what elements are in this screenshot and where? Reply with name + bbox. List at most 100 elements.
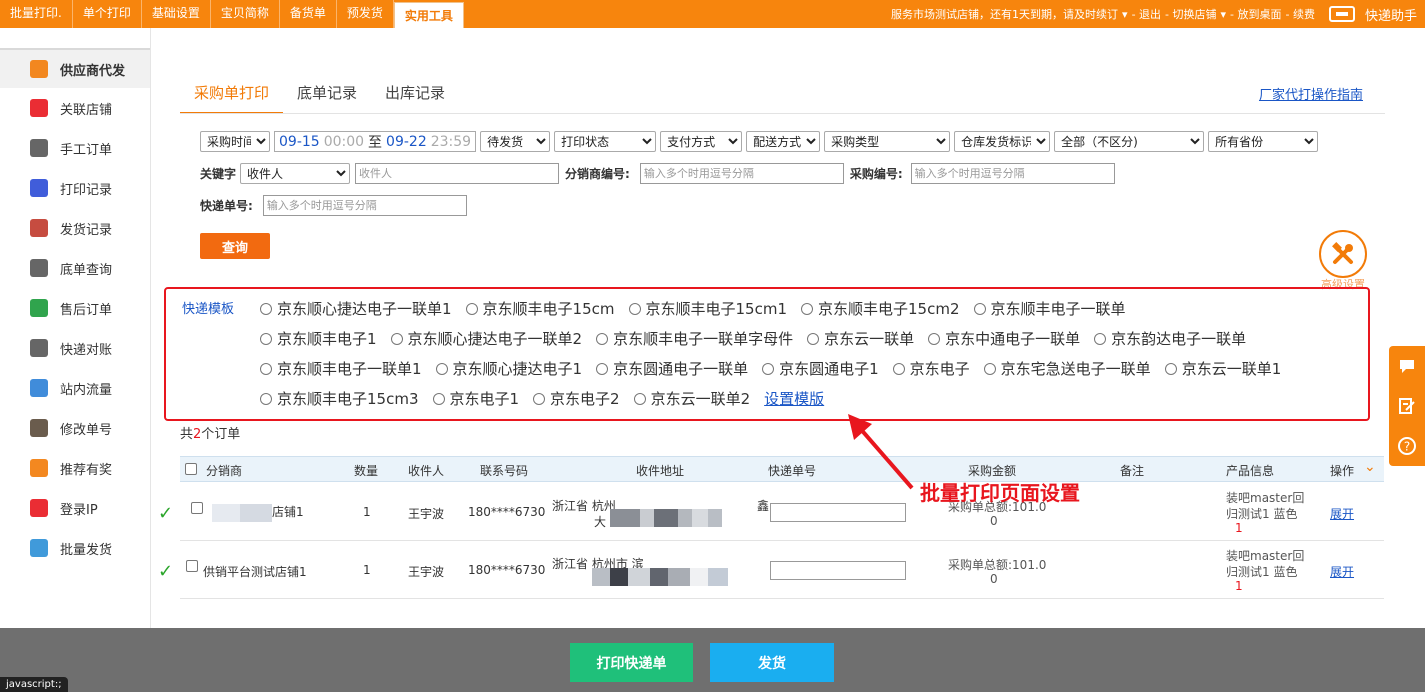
template-option[interactable]: 京东顺丰电子1: [260, 328, 377, 349]
radio-button[interactable]: [633, 392, 646, 405]
sidebar-item[interactable]: 发货记录: [0, 208, 150, 248]
nav-pre-ship[interactable]: 预发货: [337, 0, 394, 28]
radio-button[interactable]: [465, 302, 478, 315]
collapse-chevron-icon[interactable]: ⌄: [1364, 459, 1376, 475]
template-option[interactable]: 京东圆通电子一联单: [596, 358, 748, 379]
express-no-input[interactable]: [770, 503, 906, 522]
sidebar-item[interactable]: 手工订单: [0, 128, 150, 168]
expiry-notice[interactable]: 服务市场测试店铺，还有1天到期，请及时续订: [891, 6, 1118, 22]
template-option[interactable]: 京东电子2: [533, 388, 620, 409]
expand-link[interactable]: 展开: [1330, 563, 1354, 580]
tab-outbound-records[interactable]: 出库记录: [371, 80, 459, 114]
sidebar-item[interactable]: 售后订单: [0, 288, 150, 328]
sidebar-item[interactable]: 修改单号: [0, 408, 150, 448]
nav-batch-print[interactable]: 批量打印.: [0, 0, 73, 28]
express-no-input[interactable]: [262, 195, 467, 216]
radio-button[interactable]: [533, 392, 546, 405]
tab-slip-records[interactable]: 底单记录: [283, 80, 371, 114]
template-option[interactable]: 京东顺丰电子15cm1: [628, 298, 787, 319]
keyword-input[interactable]: [355, 163, 560, 184]
radio-button[interactable]: [1094, 332, 1107, 345]
radio-button[interactable]: [807, 332, 820, 345]
sidebar-item[interactable]: 关联店铺: [0, 88, 150, 128]
template-option[interactable]: 京东韵达电子一联单: [1094, 328, 1246, 349]
radio-button[interactable]: [390, 332, 403, 345]
template-option[interactable]: 京东云一联单: [807, 328, 914, 349]
template-option[interactable]: 京东云一联单1: [1164, 358, 1281, 379]
template-option[interactable]: 京东顺丰电子15cm3: [260, 388, 419, 409]
radio-button[interactable]: [260, 362, 272, 375]
guide-link[interactable]: 厂家代打操作指南: [1259, 84, 1363, 103]
nav-basic-settings[interactable]: 基础设置: [142, 0, 211, 28]
radio-button[interactable]: [260, 332, 272, 345]
radio-button[interactable]: [260, 302, 272, 315]
advanced-settings[interactable]: 高级设置: [1317, 230, 1369, 292]
ship-button[interactable]: 发货: [710, 643, 834, 682]
radio-button[interactable]: [435, 362, 448, 375]
template-option[interactable]: 京东电子: [892, 358, 970, 379]
radio-button[interactable]: [596, 332, 609, 345]
nav-item-abbr[interactable]: 宝贝简称: [211, 0, 280, 28]
radio-button[interactable]: [973, 302, 986, 315]
sidebar-item[interactable]: 推荐有奖: [0, 448, 150, 488]
radio-button[interactable]: [628, 302, 641, 315]
radio-button[interactable]: [432, 392, 445, 405]
sidebar-item[interactable]: 供应商代发: [0, 48, 150, 88]
radio-button[interactable]: [983, 362, 996, 375]
template-option[interactable]: 京东圆通电子1: [762, 358, 879, 379]
template-option[interactable]: 京东宅急送电子一联单: [983, 358, 1151, 379]
template-option[interactable]: 京东顺丰电子一联单字母件: [596, 328, 793, 349]
template-option[interactable]: 京东电子1: [432, 388, 519, 409]
template-option[interactable]: 京东中通电子一联单: [928, 328, 1080, 349]
template-option[interactable]: 京东顺心捷达电子1: [435, 358, 582, 379]
desktop-link[interactable]: - 放到桌面: [1230, 6, 1281, 22]
set-template-link[interactable]: 设置模版: [764, 388, 824, 409]
template-option[interactable]: 京东顺心捷达电子一联单2: [390, 328, 582, 349]
sidebar-item[interactable]: 底单查询: [0, 248, 150, 288]
expand-link[interactable]: 展开: [1330, 505, 1354, 522]
nav-stock-list[interactable]: 备货单: [280, 0, 337, 28]
date-range[interactable]: 09-15 00:00 至 09-22 23:59: [274, 131, 477, 152]
template-option[interactable]: 京东顺丰电子一联单: [973, 298, 1126, 319]
radio-button[interactable]: [762, 362, 775, 375]
distributor-input[interactable]: [639, 163, 844, 184]
switch-shop-link[interactable]: - 切换店铺: [1165, 6, 1216, 22]
delivery-select[interactable]: 配送方式: [746, 131, 821, 152]
all-type-select[interactable]: 全部（不区分): [1054, 131, 1205, 152]
radio-button[interactable]: [928, 332, 941, 345]
print-status-select[interactable]: 打印状态: [554, 131, 657, 152]
province-select[interactable]: 所有省份: [1208, 131, 1319, 152]
template-option[interactable]: 京东云一联单2: [633, 388, 750, 409]
radio-button[interactable]: [1164, 362, 1177, 375]
query-button[interactable]: 查询: [200, 233, 270, 259]
nav-tools[interactable]: 实用工具: [393, 2, 464, 28]
row-checkbox[interactable]: [186, 560, 198, 575]
keyword-type-select[interactable]: 收件人: [240, 163, 351, 184]
sidebar-item[interactable]: 快递对账: [0, 328, 150, 368]
logout-link[interactable]: - 退出: [1132, 6, 1161, 22]
row-checkbox[interactable]: [191, 502, 203, 517]
sidebar-item[interactable]: 登录IP: [0, 488, 150, 528]
print-express-button[interactable]: 打印快递单: [570, 643, 693, 682]
template-option[interactable]: 京东顺丰电子一联单1: [260, 358, 422, 379]
radio-button[interactable]: [260, 392, 272, 405]
renew-link[interactable]: - 续费: [1286, 6, 1315, 22]
purchase-type-select[interactable]: 采购类型: [824, 131, 951, 152]
express-no-input[interactable]: [770, 561, 906, 580]
payment-select[interactable]: 支付方式: [660, 131, 743, 152]
template-option[interactable]: 京东顺丰电子15cm2: [801, 298, 960, 319]
radio-button[interactable]: [596, 362, 609, 375]
status-select[interactable]: 待发货: [480, 131, 551, 152]
radio-button[interactable]: [892, 362, 905, 375]
radio-button[interactable]: [801, 302, 813, 315]
sidebar-item[interactable]: 打印记录: [0, 168, 150, 208]
purchase-no-input[interactable]: [910, 163, 1115, 184]
tab-purchase-print[interactable]: 采购单打印: [180, 80, 284, 114]
sidebar-item[interactable]: 站内流量: [0, 368, 150, 408]
warehouse-flag-select[interactable]: 仓库发货标识: [954, 131, 1051, 152]
edit-form-icon[interactable]: [1389, 386, 1425, 426]
nav-single-print[interactable]: 单个打印: [73, 0, 142, 28]
template-option[interactable]: 京东顺心捷达电子一联单1: [260, 298, 452, 319]
help-icon[interactable]: ?: [1389, 426, 1425, 466]
template-option[interactable]: 京东顺丰电子15cm: [465, 298, 615, 319]
